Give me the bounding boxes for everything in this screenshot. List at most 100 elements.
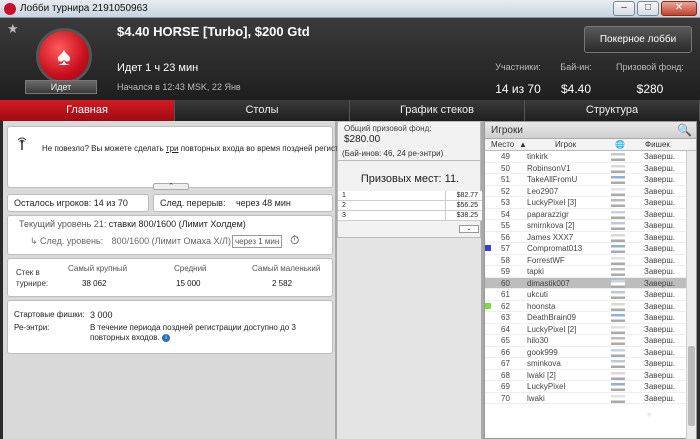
player-name: LuckyPixel [3] [527,198,577,207]
average-stack-value: 15 000 [176,279,201,288]
player-status: Заверш. [644,347,675,357]
stopwatch-icon: ⏱ [290,233,300,247]
players-left: Осталось игроков: 14 из 70 [7,194,149,212]
antenna-icon [17,137,27,150]
stack-label: Стек в турнире: [16,268,49,288]
prize-amount: $56.25 [445,201,478,211]
smallest-stack-value: 2 582 [272,279,293,288]
player-name: hoonsta [527,301,556,311]
player-row[interactable]: 58 ForrestWF Заверш. [485,255,696,266]
player-rank: 68 [501,370,510,380]
players-scrollbar[interactable] [686,151,696,439]
prize-panel: Общий призовой фонд: $280.00 (Бай-инов: … [337,121,482,439]
minimize-button[interactable]: – [613,1,635,16]
window-title: Лобби турнира 2191050963 [20,3,148,14]
player-name: dimastik007 [527,278,570,288]
player-status: Заверш. [644,198,675,207]
player-status: Заверш. [644,186,675,196]
col-rank[interactable]: Место [491,140,514,149]
country-flag-icon [611,337,625,345]
player-row[interactable]: 69 LuckyPixel Заверш. [485,381,696,393]
message-pre: Не повезло? Вы можете сделать [42,144,166,153]
player-row[interactable]: 68 lwaki [2] Заверш. [485,370,696,381]
sort-asc-icon[interactable]: ▲ [519,140,527,149]
country-flag-icon [611,199,625,207]
close-button[interactable]: ✕ [661,1,697,16]
expand-prizes-button[interactable]: ⌄ [459,225,479,233]
player-row[interactable]: 53 LuckyPixel [3] Заверш. [485,197,696,209]
tab-main[interactable]: Главная [0,100,175,121]
scrollbar-thumb[interactable] [688,346,695,426]
maximize-button[interactable]: □ [637,1,659,16]
player-name: paparazzigr [527,209,569,219]
player-row[interactable]: 63 DeathBrain09 Заверш. [485,312,696,324]
col-player[interactable]: Игрок [555,140,576,149]
player-name: lwaki [527,393,545,403]
player-row[interactable]: 59 tapki Заверш. [485,266,696,278]
player-status: Заверш. [644,290,675,299]
prize-pool-box: Общий призовой фонд: $280.00 (Бай-инов: … [337,121,482,238]
tab-structure[interactable]: Структура [525,100,700,121]
country-flag-icon [611,371,625,380]
starting-chips-value: 3 000 [90,310,113,320]
poker-lobby-button[interactable]: Покерное лобби [584,26,692,53]
player-row[interactable]: 62 hoonsta Заверш. [485,301,696,312]
player-row[interactable]: 60 dimastik007 Заверш. [485,277,696,289]
player-status: Заверш. [644,370,675,380]
pokerstars-app-icon [4,2,16,15]
player-row[interactable]: 70 lwaki Заверш. [485,393,696,404]
country-flag-icon [611,268,625,276]
player-row[interactable]: 67 sminkova Заверш. [485,358,696,370]
buyin-stat: Бай-ин: $4.40 [556,62,596,96]
country-flag-icon [611,360,625,368]
player-row[interactable]: 55 smirnkova [2] Заверш. [485,220,696,232]
globe-icon[interactable]: 🌐 [615,140,625,149]
player-rank: 66 [501,347,510,357]
total-prize-label: Общий призовой фонд: [344,124,432,133]
country-flag-icon [611,222,625,230]
player-row[interactable]: 61 ukcuti Заверш. [485,289,696,301]
player-row[interactable]: 52 Leo2907 Заверш. [485,186,696,197]
player-status: Заверш. [644,393,675,403]
buyins-count: (Бай-инов: 46, 24 ре-энтри) [342,149,444,158]
tab-tables[interactable]: Столы [175,100,350,121]
country-flag-icon [611,302,625,311]
country-flag-icon [611,187,625,196]
message-link[interactable]: три [166,144,179,153]
col-chips[interactable]: Фишек [645,140,670,149]
player-color-marker [485,245,491,251]
favorite-star-icon[interactable]: ★ [7,21,19,37]
search-player-icon[interactable]: 🔍 [677,123,692,137]
player-rank: 61 [501,290,510,299]
player-row[interactable]: 64 LuckyPixel [2] Заверш. [485,324,696,335]
info-icon[interactable]: i [161,333,170,342]
player-row[interactable]: 57 Compromat013 Заверш. [485,243,696,255]
player-row[interactable]: 54 paparazzigr Заверш. [485,209,696,220]
player-row[interactable]: 65 hilo30 Заверш. [485,335,696,347]
collapse-message-button[interactable]: ⌃ [153,183,189,190]
player-status: Заверш. [644,152,675,161]
player-row[interactable]: 66 gook999 Заверш. [485,347,696,358]
next-break: След. перерыв: через 48 мин [153,194,333,212]
players-left-value: 14 из 70 [93,198,128,208]
prize-amount: $38.25 [445,211,478,221]
prize-place: 1 [342,192,346,199]
player-row[interactable]: 50 RobinsonV1 Заверш. [485,163,696,174]
players-header: Игроки 🔍 [485,122,696,139]
player-row[interactable]: 56 James XXX7 Заверш. [485,232,696,243]
player-status: Заверш. [644,232,675,242]
player-name: LuckyPixel [2] [527,324,577,334]
player-name: sminkova [527,359,561,368]
player-rank: 54 [501,209,510,219]
player-row[interactable]: 49 tinkirk Заверш. [485,151,696,163]
tab-stack-chart[interactable]: График стеков [350,100,525,121]
reentry-value: В течение периода поздней регистрации до… [90,323,296,342]
country-flag-icon [611,233,625,242]
reentry-label: Ре-энтри: [14,323,50,332]
status-badge: Идет [25,80,97,94]
player-name: tinkirk [527,152,548,161]
prize-place: 3 [342,212,346,219]
next-level: ↳ След. уровень: 800/1600 (Лимит Омаха Х… [30,236,231,246]
prize-place: 2 [342,202,346,209]
player-row[interactable]: 51 TakeAllFromU Заверш. [485,174,696,186]
